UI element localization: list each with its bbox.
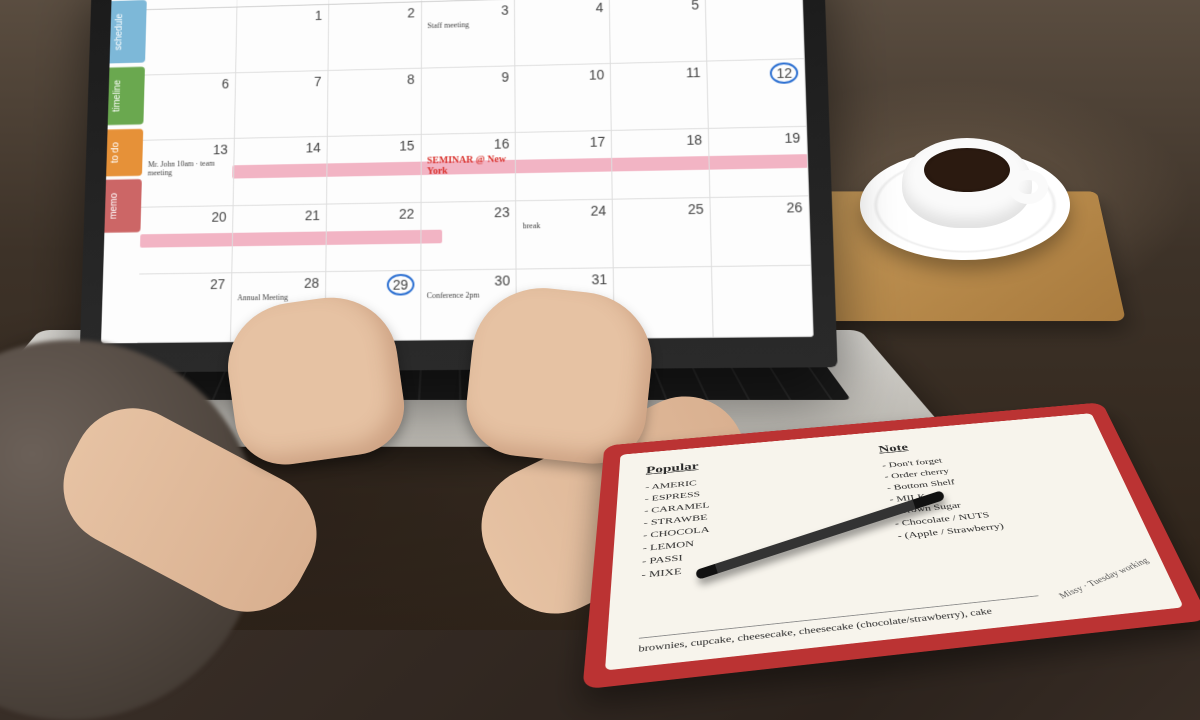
calendar-cell[interactable]: 8 [327, 68, 421, 137]
calendar-cell[interactable]: 26 [711, 196, 812, 267]
calendar-cell[interactable]: 4 [515, 0, 611, 66]
calendar-cell[interactable]: 20 [139, 206, 233, 275]
day-number: 23 [494, 204, 509, 220]
day-number: 10 [589, 67, 605, 83]
day-number: 21 [305, 207, 320, 223]
calendar-cell[interactable]: 11 [611, 61, 709, 131]
calendar-cell[interactable]: 21 [232, 204, 327, 273]
day-number: 13 [213, 142, 228, 157]
day-number: 30 [494, 273, 510, 289]
calendar: SUNDAYMONDAYTUESDAYWEDNESDAYTHURSDAYFRID… [137, 0, 813, 343]
day-note: Mr. John 10am · team meeting [148, 160, 228, 178]
notepad-paper: Popular AMERICESPRESSCARAMELSTRAWBECHOCO… [605, 413, 1184, 670]
calendar-cell[interactable]: 24 break [517, 199, 614, 269]
day-number: 17 [590, 134, 606, 150]
day-number: 8 [407, 71, 415, 86]
calendar-grid: 123Staff meeting45678910111213Mr. John 1… [137, 0, 813, 343]
calendar-cell[interactable]: 22 [326, 203, 421, 273]
calendar-cell[interactable]: 14 [233, 137, 327, 206]
calendar-cell[interactable]: 5 [610, 0, 707, 64]
day-number: 12 [770, 62, 798, 84]
day-number: 2 [407, 5, 415, 20]
day-number: 20 [211, 209, 226, 225]
calendar-cell[interactable] [145, 7, 237, 75]
day-number: 25 [688, 201, 704, 217]
day-number: 29 [387, 274, 414, 296]
day-number: 18 [686, 132, 702, 148]
day-note: SEMINAR @ New York [427, 154, 509, 177]
day-number: 9 [501, 69, 509, 84]
calendar-cell[interactable]: 7 [235, 71, 329, 139]
day-number: 19 [784, 130, 800, 146]
calendar-cell[interactable]: 19 [709, 127, 809, 198]
laptop: schedule timeline to do memo SUNDAYMONDA… [79, 0, 838, 373]
day-number: 14 [306, 140, 321, 155]
calendar-cell[interactable]: 25 [613, 198, 712, 269]
calendar-cell[interactable]: 18 [612, 129, 711, 199]
calendar-cell[interactable]: 27 [137, 274, 232, 343]
calendar-cell[interactable]: 15 [327, 135, 422, 204]
day-number: 24 [590, 203, 606, 219]
day-number: 15 [399, 138, 414, 154]
day-note: Conference 2pm [427, 292, 510, 302]
day-number: 6 [222, 76, 230, 91]
calendar-cell[interactable]: 16 SEMINAR @ New York [421, 133, 516, 203]
calendar-cell[interactable]: 12 [707, 59, 807, 129]
day-note: Staff meeting [427, 20, 508, 30]
day-number: 31 [591, 272, 607, 288]
calendar-cell[interactable]: 10 [516, 64, 612, 134]
day-number: 28 [304, 275, 319, 291]
calendar-cell[interactable]: 9 [421, 66, 516, 135]
tab-todo[interactable]: to do [106, 128, 143, 176]
day-number: 7 [314, 74, 322, 89]
calendar-cell[interactable]: 13 Mr. John 10am · team meeting [141, 139, 235, 208]
calendar-cell[interactable]: 6 [143, 73, 236, 141]
calendar-cell[interactable] [712, 266, 814, 338]
calendar-cell[interactable]: 23 [421, 201, 517, 271]
day-number: 5 [691, 0, 699, 12]
day-number: 16 [494, 136, 509, 152]
day-note: break [523, 221, 607, 231]
day-number: 22 [399, 206, 414, 222]
calendar-cell[interactable]: 2 [328, 2, 421, 70]
day-number: 4 [596, 0, 604, 15]
laptop-screen: schedule timeline to do memo SUNDAYMONDA… [101, 0, 814, 343]
day-number: 27 [210, 277, 225, 293]
day-number: 1 [315, 8, 323, 23]
day-number: 26 [786, 199, 802, 215]
tab-memo[interactable]: memo [104, 179, 141, 232]
tab-schedule[interactable]: schedule [110, 0, 147, 63]
day-number: 11 [686, 64, 701, 80]
calendar-cell[interactable]: 1 [236, 5, 329, 73]
tab-timeline[interactable]: timeline [108, 66, 145, 125]
day-number: 3 [501, 3, 509, 18]
clipboard: Popular AMERICESPRESSCARAMELSTRAWBECHOCO… [582, 402, 1200, 689]
calendar-cell[interactable] [706, 0, 805, 61]
cup-handle [1008, 170, 1048, 204]
calendar-cell[interactable]: 3 Staff meeting [421, 0, 515, 68]
calendar-cell[interactable]: 17 [516, 131, 613, 201]
notes-column-2: Note Don't forgetOrder cherryBottom Shel… [878, 427, 1147, 617]
